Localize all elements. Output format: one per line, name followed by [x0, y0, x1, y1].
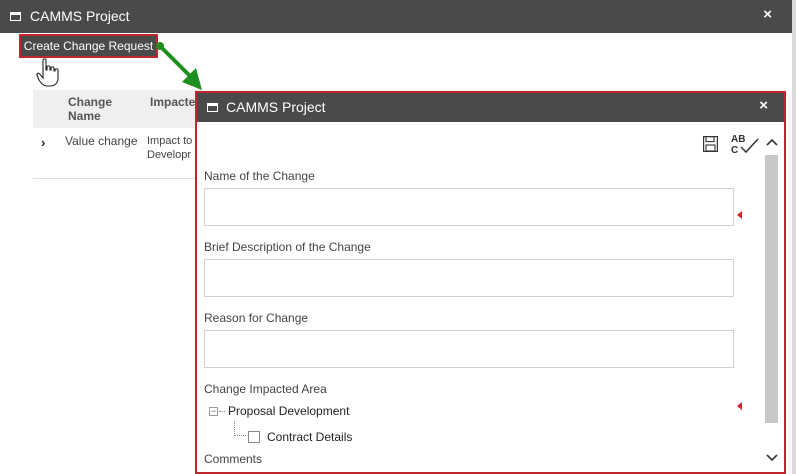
brief-description-input[interactable] [204, 259, 734, 297]
comments-label: Comments [204, 452, 263, 466]
svg-text:C: C [731, 145, 738, 155]
cell-change-name: Value change [65, 134, 138, 148]
create-change-request-button[interactable]: Create Change Request [19, 34, 158, 58]
background-window-title: CAMMS Project [30, 8, 130, 24]
reason-for-change-input[interactable] [204, 330, 734, 368]
svg-text:AB: AB [731, 134, 745, 145]
tree-connector [234, 435, 246, 436]
background-edge [792, 0, 796, 474]
dialog-window-icon [207, 103, 218, 112]
save-icon[interactable] [703, 136, 719, 153]
dialog-title: CAMMS Project [226, 99, 326, 115]
tree-collapse-icon[interactable]: − [209, 407, 218, 416]
required-marker-icon [737, 402, 742, 410]
tree-node-contract-details[interactable]: Contract Details [267, 430, 352, 444]
reason-for-change-label: Reason for Change [204, 311, 309, 325]
name-of-change-label: Name of the Change [204, 169, 315, 183]
tree-connector [219, 411, 225, 412]
hand-pointer-icon [36, 58, 60, 92]
background-close-icon[interactable]: × [763, 6, 772, 23]
name-of-change-input[interactable] [204, 188, 734, 226]
change-impacted-area-label: Change Impacted Area [204, 382, 327, 396]
dialog-close-icon[interactable]: × [759, 97, 768, 114]
spellcheck-icon[interactable]: AB C [731, 133, 759, 156]
column-change-name[interactable]: Change Name [68, 95, 128, 123]
dialog-titlebar: CAMMS Project × [197, 93, 784, 122]
background-window-titlebar: CAMMS Project × [0, 0, 792, 33]
expand-row-icon[interactable]: › [41, 135, 45, 150]
scroll-up-icon[interactable] [764, 134, 780, 150]
brief-description-label: Brief Description of the Change [204, 240, 371, 254]
scroll-down-icon[interactable] [764, 450, 780, 466]
scrollbar-thumb[interactable] [765, 155, 778, 423]
change-request-dialog: CAMMS Project × AB C Name of the Change … [195, 91, 786, 474]
tree-node-proposal-development[interactable]: Proposal Development [228, 404, 349, 418]
window-icon [10, 12, 21, 21]
contract-details-checkbox[interactable] [248, 431, 260, 443]
required-marker-icon [737, 211, 742, 219]
tree-connector [234, 421, 235, 436]
